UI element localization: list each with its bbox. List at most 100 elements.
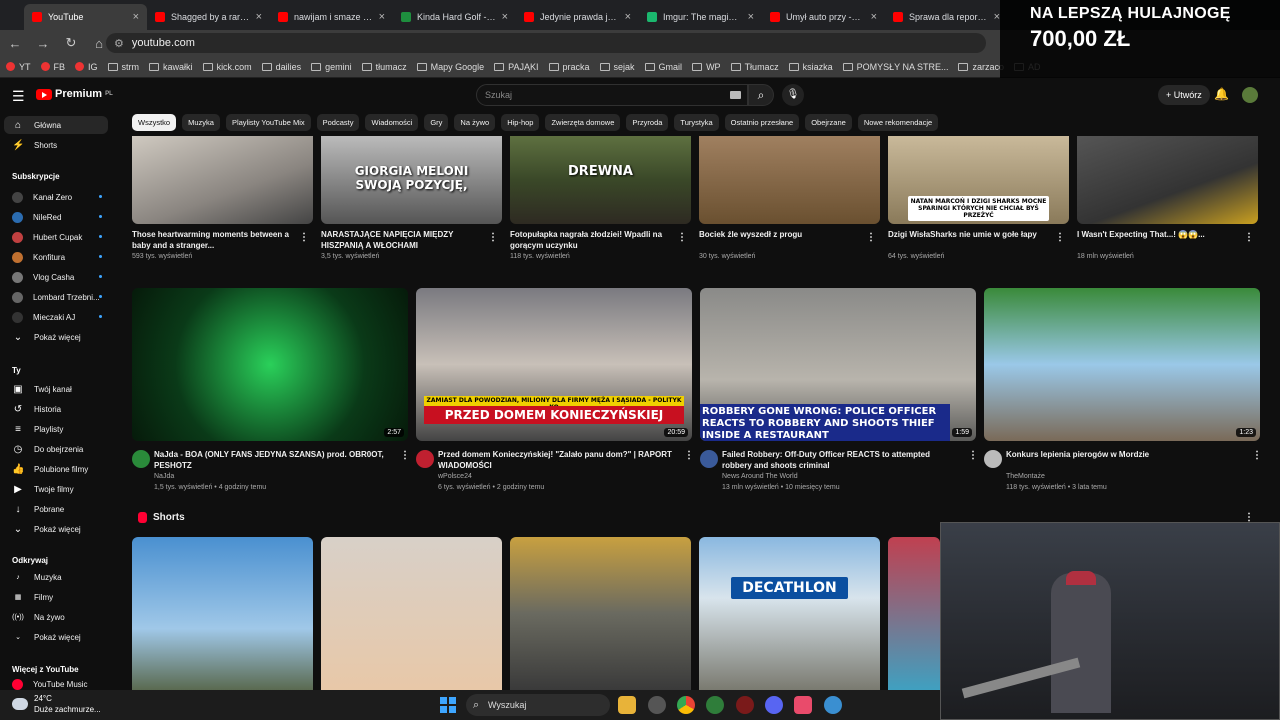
filter-chip[interactable]: Gry (424, 114, 449, 131)
more-options-icon[interactable]: ⋮ (488, 232, 498, 243)
video-title[interactable]: Those heartwarming moments between a bab… (132, 229, 292, 251)
filter-chip[interactable]: Podcasty (316, 114, 360, 131)
filter-chip[interactable]: Turystyka (674, 114, 719, 131)
filter-chip[interactable]: Na żywo (454, 114, 496, 131)
bookmark-item[interactable]: kick.com (202, 62, 252, 72)
video-thumbnail[interactable]: 2:57 (132, 288, 408, 441)
weather-widget[interactable]: 24°C Duże zachmurze... (12, 693, 101, 715)
bookmark-item[interactable]: IG (75, 62, 98, 72)
subscription-item[interactable]: Konfitura (4, 248, 108, 266)
more-options-icon[interactable]: ⋮ (1244, 232, 1254, 243)
filter-chip[interactable]: Nowe rekomendacje (857, 114, 939, 131)
show-more-subscriptions[interactable]: ⌄ Pokaż więcej (4, 328, 108, 346)
opera-icon[interactable] (736, 696, 754, 714)
sidebar-explore-item[interactable]: ((•)) Na żywo (4, 608, 108, 626)
more-options-icon[interactable]: ⋮ (1055, 232, 1065, 243)
file-explorer-icon[interactable] (618, 696, 636, 714)
sidebar-item-główna[interactable]: ⌂ Główna (4, 116, 108, 134)
short-thumbnail[interactable] (888, 537, 940, 690)
menu-icon[interactable]: ☰ (12, 88, 25, 105)
close-tab-icon[interactable]: × (625, 11, 631, 23)
filter-chip[interactable]: Playlisty YouTube Mix (225, 114, 311, 131)
site-info-icon[interactable]: ⚙ (114, 37, 124, 50)
bookmark-item[interactable]: FB (40, 62, 65, 72)
bookmark-item[interactable]: zarzaco (958, 62, 1004, 72)
sidebar-you-item[interactable]: 👍 Polubione filmy (4, 460, 108, 478)
back-icon[interactable]: ← (8, 36, 22, 51)
video-title[interactable]: Fotopułapka nagrała złodziei! Wpadli na … (510, 229, 670, 251)
youtube-logo[interactable]: Premium PL (36, 88, 113, 100)
more-options-icon[interactable]: ⋮ (866, 232, 876, 243)
video-title[interactable]: NARASTAJĄCE NAPIĘCIA MIĘDZY HISZPANIĄ A … (321, 229, 481, 251)
sidebar-you-item[interactable]: ≡ Playlisty (4, 420, 108, 438)
short-thumbnail[interactable] (132, 537, 313, 690)
sidebar-explore-item[interactable]: ⌄ Pokaż więcej (4, 628, 108, 646)
channel-avatar[interactable] (132, 450, 150, 468)
browser-tab[interactable]: nawijam i smaze - You × (270, 4, 393, 30)
filter-chip[interactable]: Obejrzane (805, 114, 852, 131)
browser-tab[interactable]: Kinda Hard Golf - a ch × (393, 4, 516, 30)
bookmark-item[interactable]: PAJĄKI (494, 62, 539, 72)
subscription-item[interactable]: Mieczaki AJ (4, 308, 108, 326)
taskbar-search[interactable]: Wyszukaj (466, 694, 610, 716)
video-title[interactable]: Bociek źle wyszedł z progu (699, 229, 859, 251)
bookmark-item[interactable]: gemini (311, 62, 352, 72)
video-title[interactable]: Przed domem Konieczyńskiej! "Zalało panu… (438, 449, 674, 471)
filter-chip[interactable]: Wiadomości (365, 114, 419, 131)
subscription-item[interactable]: Kanał Zero (4, 188, 108, 206)
bookmark-item[interactable]: ksiazka (788, 62, 833, 72)
vpn-shield-icon[interactable] (706, 696, 724, 714)
home-icon[interactable]: ⌂ (92, 36, 106, 51)
voice-search-button[interactable]: 🎙 (782, 84, 804, 106)
more-options-icon[interactable]: ⋮ (299, 232, 309, 243)
notifications-bell-icon[interactable]: 🔔 (1214, 87, 1229, 101)
filter-chip[interactable]: Hip-hop (501, 114, 540, 131)
channel-name[interactable]: TheMontaże (1006, 473, 1045, 480)
sidebar-you-item[interactable]: ▶ Twoje filmy (4, 480, 108, 498)
browser-tab[interactable]: Imgur: The magic of t × (639, 4, 762, 30)
chrome-icon[interactable] (677, 696, 695, 714)
search-button[interactable]: ⌕ (748, 84, 774, 106)
channel-name[interactable]: News Around The World (722, 473, 798, 480)
channel-name[interactable]: NaJda (154, 473, 174, 480)
video-thumbnail[interactable] (1077, 136, 1258, 224)
bookmark-item[interactable]: Gmail (644, 62, 682, 72)
bookmark-item[interactable]: pracka (548, 62, 590, 72)
close-tab-icon[interactable]: × (502, 11, 508, 23)
video-thumbnail[interactable]: 1:23 (984, 288, 1260, 441)
browser-tab[interactable]: Sprawa dla reportera × (885, 4, 1008, 30)
bookmark-item[interactable]: Mapy Google (416, 62, 484, 72)
keyboard-icon[interactable] (730, 91, 741, 99)
settings-icon[interactable] (648, 696, 666, 714)
bookmark-item[interactable]: Tłumacz (730, 62, 779, 72)
more-options-icon[interactable]: ⋮ (400, 450, 410, 461)
bookmark-item[interactable]: tłumacz (361, 62, 407, 72)
filter-chip[interactable]: Ostatnio przesłane (724, 114, 800, 131)
video-title[interactable]: Failed Robbery: Off-Duty Officer REACTS … (722, 449, 958, 471)
subscription-item[interactable]: Lombard Trzebni... (4, 288, 108, 306)
video-thumbnail[interactable] (132, 136, 313, 224)
video-thumbnail[interactable] (699, 136, 880, 224)
channel-avatar[interactable] (700, 450, 718, 468)
filter-chip[interactable]: Zwierzęta domowe (545, 114, 621, 131)
browser-tab[interactable]: YouTube × (24, 4, 147, 30)
bookmark-item[interactable]: POMYSŁY NA STRE... (842, 62, 948, 72)
video-thumbnail[interactable]: DREWNA (510, 136, 691, 224)
sidebar-explore-item[interactable]: ♪ Muzyka (4, 568, 108, 586)
more-options-icon[interactable]: ⋮ (1252, 450, 1262, 461)
video-title[interactable]: Konkurs lepienia pierogów w Mordzie (1006, 449, 1242, 471)
video-title[interactable]: I Wasn't Expecting That...! 😱😱... (1077, 229, 1237, 251)
close-tab-icon[interactable]: × (379, 11, 385, 23)
reload-icon[interactable]: ↻ (64, 35, 78, 51)
sidebar-you-item[interactable]: ⌄ Pokaż więcej (4, 520, 108, 538)
short-thumbnail[interactable]: DECATHLON (699, 537, 880, 690)
create-button[interactable]: + Utwórz (1158, 85, 1210, 105)
search-input[interactable]: Szukaj (476, 84, 748, 106)
video-title[interactable]: NaJda - BOA (ONLY FANS JEDYNA SZANSA) pr… (154, 449, 390, 471)
close-tab-icon[interactable]: × (871, 11, 877, 23)
app-icon[interactable] (794, 696, 812, 714)
short-thumbnail[interactable] (510, 537, 691, 690)
bookmark-item[interactable]: strm (107, 62, 139, 72)
subscription-item[interactable]: Vlog Casha (4, 268, 108, 286)
video-thumbnail[interactable]: GIORGIA MELONI SWOJĄ POZYCJĘ, (321, 136, 502, 224)
